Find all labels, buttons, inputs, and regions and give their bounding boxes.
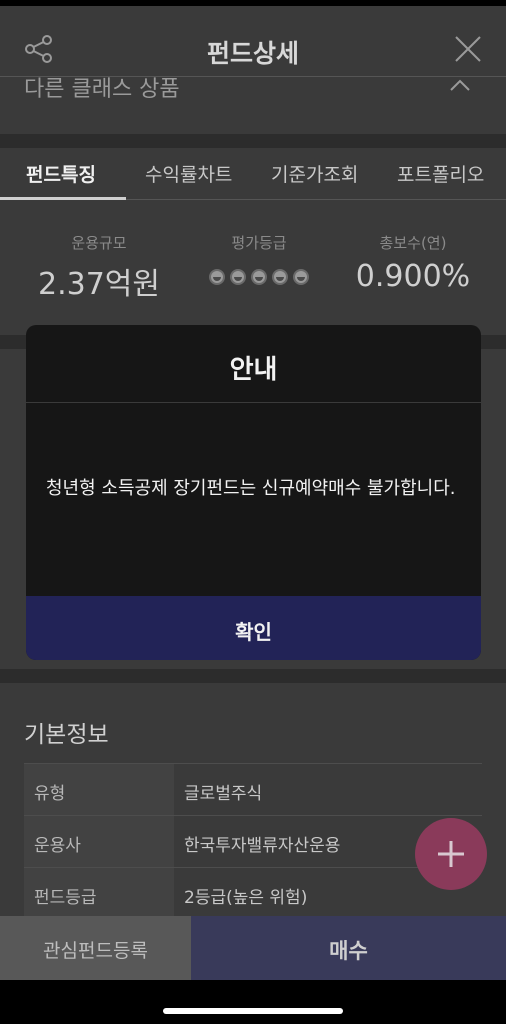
grade-rating	[175, 269, 343, 285]
info-value: 글로벌주식	[184, 784, 263, 804]
grade-dot-icon	[293, 269, 309, 285]
tab-bar: 펀드특징 수익률차트 기준가조회 포트폴리오	[0, 148, 506, 200]
stat-grade: 평가등급	[175, 232, 343, 285]
section-divider	[0, 134, 506, 148]
bottom-action-bar: 관심펀드등록 매수	[0, 916, 506, 980]
dialog-message: 청년형 소득공제 장기펀드는 신규예약매수 불가합니다.	[46, 478, 456, 499]
fund-stats: 운용규모 2.37억원 평가등급 총보수(연) 0.900%	[0, 200, 506, 335]
grade-label: 평가등급	[231, 234, 287, 252]
home-indicator-area	[0, 980, 506, 1024]
chevron-up-icon	[450, 79, 470, 91]
basic-info-table: 유형 글로벌주식 운용사 한국투자밸류자산운용 펀드등급 2등급(높은 위험)	[24, 763, 482, 920]
table-row: 운용사 한국투자밸류자산운용	[24, 816, 482, 868]
tab-return-chart[interactable]: 수익률차트	[145, 160, 232, 187]
grade-dot-icon	[209, 269, 225, 285]
stat-aum: 운용규모 2.37억원	[15, 232, 183, 303]
grade-dot-icon	[272, 269, 288, 285]
fee-label: 총보수(연)	[379, 234, 447, 252]
info-key: 유형	[24, 764, 174, 815]
aum-value: 2.37억원	[38, 267, 160, 302]
tab-portfolio[interactable]: 포트폴리오	[397, 160, 484, 187]
other-class-label: 다른 클래스 상품	[24, 77, 180, 102]
fee-value: 0.900%	[355, 259, 471, 294]
other-class-bar[interactable]: 다른 클래스 상품	[0, 76, 506, 134]
buy-button[interactable]: 매수	[191, 916, 506, 980]
tab-nav-lookup[interactable]: 기준가조회	[271, 160, 358, 187]
info-key: 운용사	[24, 816, 174, 867]
dialog-title: 안내	[26, 325, 481, 403]
info-key: 펀드등급	[24, 868, 174, 919]
section-divider	[0, 669, 506, 683]
header: 펀드상세	[0, 0, 506, 82]
grade-dot-icon	[230, 269, 246, 285]
fund-detail-screen: 펀드상세 다른 클래스 상품 펀드특징 수익률차트 기준가조회 포트폴리오 운용…	[0, 0, 506, 1024]
basic-info-section: 기본정보 유형 글로벌주식 운용사 한국투자밸류자산운용 펀드등급 2등급(높은…	[0, 683, 506, 923]
floating-add-button[interactable]	[415, 818, 487, 890]
grade-dot-icon	[251, 269, 267, 285]
table-row: 유형 글로벌주식	[24, 764, 482, 816]
confirm-button[interactable]: 확인	[26, 596, 481, 660]
stat-fee: 총보수(연) 0.900%	[329, 232, 497, 294]
table-row: 펀드등급 2등급(높은 위험)	[24, 868, 482, 920]
close-icon[interactable]	[454, 35, 482, 63]
basic-info-title: 기본정보	[24, 722, 109, 748]
plus-icon	[438, 841, 464, 867]
aum-label: 운용규모	[71, 234, 127, 252]
add-favorite-fund-button[interactable]: 관심펀드등록	[0, 916, 191, 980]
home-indicator[interactable]	[163, 1008, 343, 1014]
page-title: 펀드상세	[206, 39, 299, 68]
tab-fund-features[interactable]: 펀드특징	[26, 160, 96, 187]
notice-dialog: 안내 청년형 소득공제 장기펀드는 신규예약매수 불가합니다. 확인	[26, 325, 481, 660]
